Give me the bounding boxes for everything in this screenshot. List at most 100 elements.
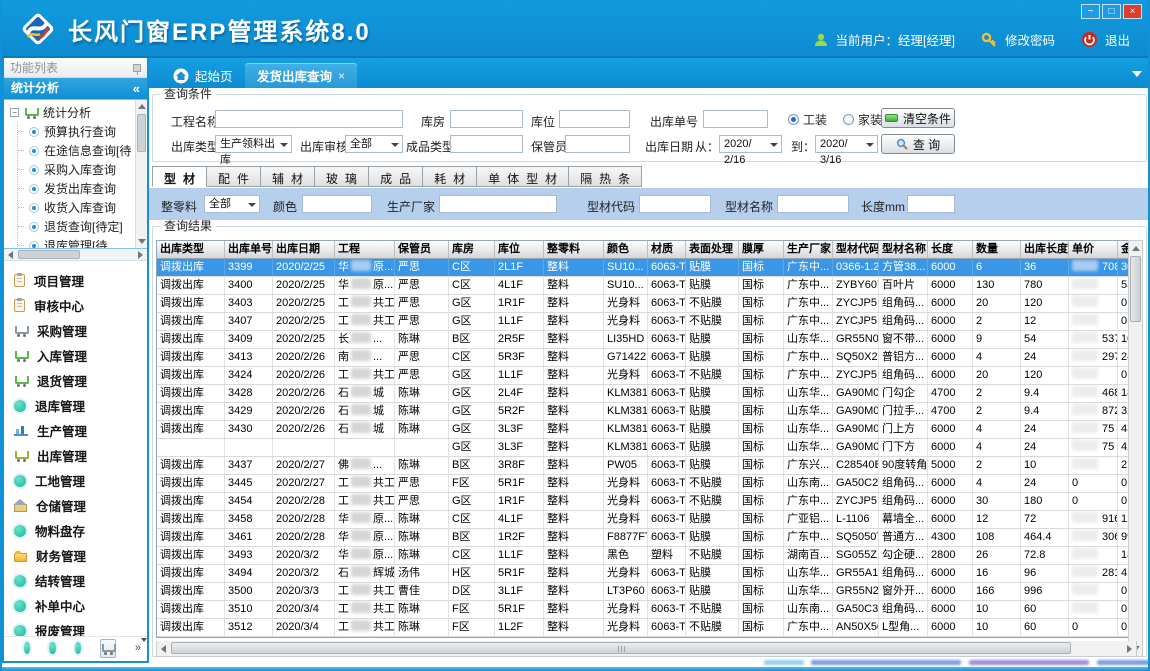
sidebar-item[interactable]: 项目管理 <box>14 268 147 293</box>
sidebar-item[interactable]: 物料盘存 <box>14 518 147 543</box>
sidebar-item[interactable]: 退货管理 <box>14 368 147 393</box>
tree-vertical-scrollbar[interactable] <box>135 100 147 248</box>
more-buttons-chevron[interactable]: » <box>135 645 147 652</box>
column-header[interactable]: 出库类型 <box>157 241 225 258</box>
tree-expander-icon[interactable]: − <box>10 108 19 117</box>
tree-root[interactable]: − 统计分析 <box>10 103 147 122</box>
tree-item[interactable]: 在途信息查询[待 <box>18 141 147 160</box>
minimize-button[interactable]: − <box>1081 4 1100 19</box>
table-row[interactable]: 调拨出库34582020/2/28华原...陈琳C区4L1F整料光身料6063-… <box>157 511 1137 529</box>
column-header[interactable]: 型材代码 <box>833 241 879 258</box>
column-header[interactable]: 保管员 <box>395 241 449 258</box>
column-header[interactable]: 库位 <box>495 241 544 258</box>
sidebar-item[interactable]: 采购管理 <box>14 318 147 343</box>
collapse-icon[interactable]: « <box>133 78 140 99</box>
length-input[interactable] <box>907 195 955 213</box>
toolbar-circle-icon[interactable] <box>49 642 55 654</box>
column-header[interactable]: 生产厂家 <box>784 241 833 258</box>
table-vertical-scrollbar[interactable] <box>1128 240 1143 657</box>
toolbar-circle-icon[interactable] <box>24 642 30 654</box>
color-input[interactable] <box>302 195 372 213</box>
tab-close-icon[interactable]: × <box>338 69 345 83</box>
column-header[interactable]: 膜厚 <box>739 241 784 258</box>
tab-start-page[interactable]: 起始页 <box>161 63 245 88</box>
column-header[interactable]: 整零料 <box>544 241 604 258</box>
tree-horizontal-scrollbar[interactable] <box>4 249 147 261</box>
project-name-input[interactable] <box>215 110 403 128</box>
sidebar-item[interactable]: 仓储管理 <box>14 493 147 518</box>
sidebar-item[interactable]: 出库管理 <box>14 443 147 468</box>
radio-gongzhuang[interactable]: 工装 <box>788 111 827 128</box>
table-row[interactable]: 调拨出库34242020/2/26工共工程严思G区1L1F整料光身料6063-T… <box>157 367 1137 385</box>
name-input[interactable] <box>777 195 849 213</box>
column-header[interactable]: 长度 <box>928 241 973 258</box>
column-header[interactable]: 型材名称 <box>879 241 928 258</box>
material-tab[interactable]: 耗材 <box>423 166 477 187</box>
column-header[interactable]: 出库长度 <box>1021 241 1069 258</box>
table-row[interactable]: 调拨出库33992020/2/25华原...严思C区2L1F整料SU10...6… <box>157 259 1137 277</box>
material-tab[interactable]: 单体型材 <box>477 166 569 187</box>
tree-item[interactable]: 采购入库查询 <box>18 160 147 179</box>
material-tab[interactable]: 玻璃 <box>315 166 369 187</box>
tree-item[interactable]: 预算执行查询 <box>18 122 147 141</box>
tab-list-dropdown-icon[interactable] <box>1132 71 1142 77</box>
sidebar-item[interactable]: 入库管理 <box>14 343 147 368</box>
whole-part-select[interactable]: 全部 <box>204 195 260 213</box>
code-input[interactable] <box>639 195 711 213</box>
close-button[interactable]: × <box>1123 4 1142 19</box>
table-row[interactable]: 调拨出库34452020/2/27工共工程严思F区5R1F整料光身料6063-T… <box>157 475 1137 493</box>
keeper-input[interactable] <box>565 135 630 153</box>
sidebar-item[interactable]: 生产管理 <box>14 418 147 443</box>
maximize-button[interactable]: □ <box>1102 4 1121 19</box>
material-tab[interactable]: 隔热条 <box>569 166 642 187</box>
date-from-picker[interactable]: 2020/ 2/16 <box>719 135 782 153</box>
material-tab[interactable]: 成品 <box>369 166 423 187</box>
table-row[interactable]: 调拨出库34002020/2/25华原...严思C区4L1F整料SU10...6… <box>157 277 1137 295</box>
sidebar-item[interactable]: 退库管理 <box>14 393 147 418</box>
radio-jiazhuang[interactable]: 家装 <box>843 111 882 128</box>
product-type-input[interactable] <box>450 135 523 153</box>
tree-item[interactable]: 退货查询[待定] <box>18 217 147 236</box>
table-row[interactable]: 调拨出库34302020/2/26石城陈琳G区3L3F整料KLM38176063… <box>157 421 1137 439</box>
table-row[interactable]: 调拨出库34282020/2/26石城陈琳G区2L4F整料KLM38176063… <box>157 385 1137 403</box>
clear-conditions-button[interactable]: 清空条件 <box>881 108 955 128</box>
table-row[interactable]: G区3L3F整料KLM38176063-T5贴膜国标山东华...GA90M09.… <box>157 439 1137 457</box>
table-row[interactable]: 调拨出库34032020/2/25工共工程严思G区1R1F整料光身料6063-T… <box>157 295 1137 313</box>
audit-select[interactable]: 全部 <box>345 135 403 153</box>
column-header[interactable]: 材质 <box>648 241 686 258</box>
location-input[interactable] <box>559 110 630 128</box>
table-row[interactable]: 调拨出库34072020/2/25工共工程严思G区1L1F整料光身料6063-T… <box>157 313 1137 331</box>
search-button[interactable]: 查 询 <box>881 134 955 154</box>
manufacturer-input[interactable] <box>439 195 557 213</box>
table-horizontal-scrollbar[interactable] <box>156 641 1137 657</box>
table-row[interactable]: 调拨出库34132020/2/26南...严思C区5R3F整料G71422606… <box>157 349 1137 367</box>
column-header[interactable]: 库房 <box>449 241 495 258</box>
sidebar-item[interactable]: 补单中心 <box>14 593 147 618</box>
tab-shipment-outbound-query[interactable]: 发货出库查询 × <box>245 63 357 88</box>
table-row[interactable]: 调拨出库35122020/3/4工共工程陈琳F区1L2F整料光身料6063-T5… <box>157 619 1137 637</box>
table-row[interactable]: 调拨出库34292020/2/26石城陈琳G区5R2F整料KLM38176063… <box>157 403 1137 421</box>
tree-item[interactable]: 发货出库查询 <box>18 179 147 198</box>
column-header[interactable]: 出库日期 <box>273 241 335 258</box>
column-header[interactable]: 数量 <box>973 241 1021 258</box>
change-password-link[interactable]: 修改密码 <box>1005 30 1055 49</box>
toolbar-circle-icon[interactable] <box>75 642 81 654</box>
logout-link[interactable]: 退出 <box>1105 30 1130 49</box>
material-tab[interactable]: 辅材 <box>261 166 315 187</box>
pin-icon[interactable] <box>133 64 141 72</box>
out-type-select[interactable]: 生产领料出库 <box>215 135 292 153</box>
sidebar-group-header[interactable]: 统计分析 « <box>4 78 147 99</box>
table-row[interactable]: 调拨出库34092020/2/25长...陈琳B区2R5F整料LI35HD606… <box>157 331 1137 349</box>
sidebar-item[interactable]: 工地管理 <box>14 468 147 493</box>
warehouse-input[interactable] <box>450 110 523 128</box>
sidebar-item[interactable]: 结转管理 <box>14 568 147 593</box>
tree-item[interactable]: 收货入库查询 <box>18 198 147 217</box>
table-row[interactable]: 调拨出库34612020/2/28华原...陈琳B区1R2F整料F8877FT6… <box>157 529 1137 547</box>
toolbar-cart-button[interactable] <box>100 639 116 658</box>
sidebar-item[interactable]: 审核中心 <box>14 293 147 318</box>
order-no-input[interactable] <box>703 110 768 128</box>
table-row[interactable]: 调拨出库35002020/3/3工共工程曹佳D区3L1F整料LT3P606063… <box>157 583 1137 601</box>
tree-item[interactable]: 退库管理[待 <box>18 236 147 249</box>
sidebar-item[interactable]: 报废管理 <box>14 618 147 636</box>
column-header[interactable]: 颜色 <box>604 241 648 258</box>
